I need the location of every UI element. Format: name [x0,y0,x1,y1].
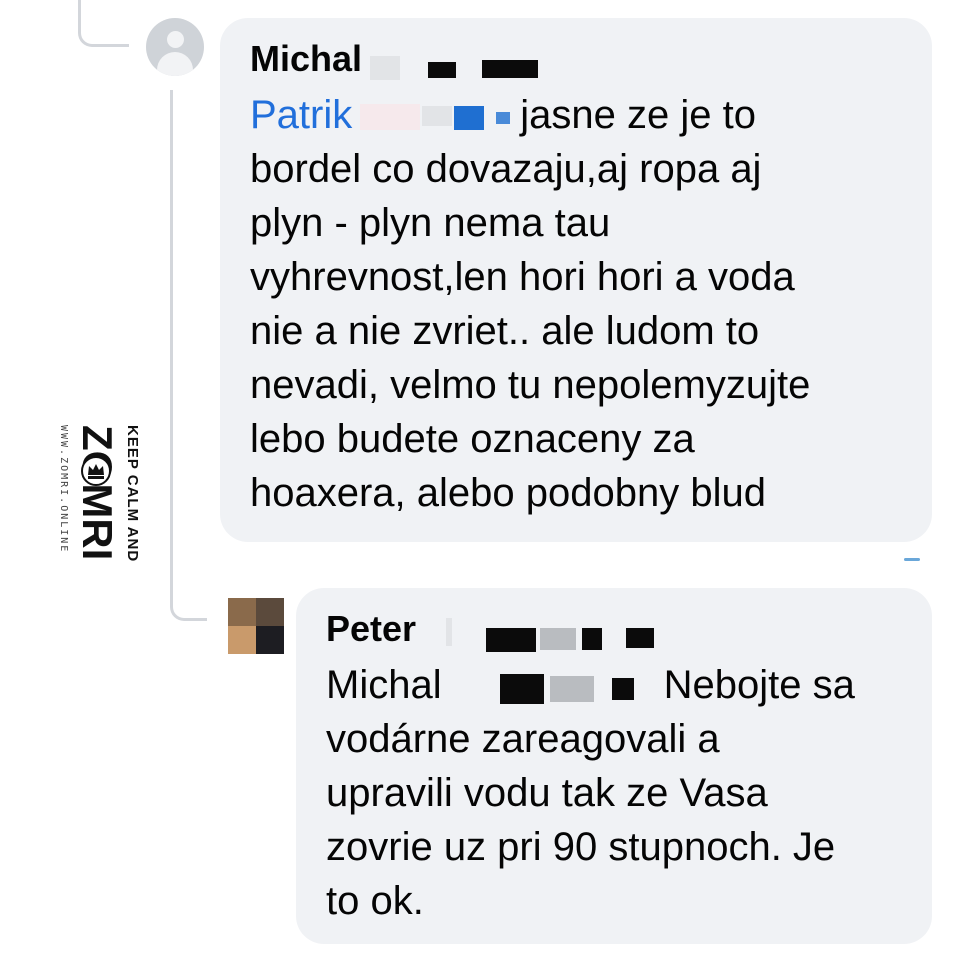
redacted-name [454,106,485,131]
mention-link[interactable]: Patrik [250,93,352,137]
avatar-pixel [256,626,284,654]
comment-body: Michal Nebojte sa vodárne zareagovali a … [326,658,926,928]
avatar-shoulders [157,52,193,76]
thread-connector-top [78,0,129,47]
redacted-name [496,112,511,125]
avatar-head [167,31,184,48]
avatar-pixel [256,598,284,626]
avatar-pixel [228,626,256,654]
comment-line: vyhrevnost,len hori hori a voda [250,255,795,299]
watermark-logo: WWW.ZOMRI.ONLINE ZOMRI KEEP CALM AND [52,425,144,587]
comment-line: to ok. [326,879,424,923]
redacted-name [611,678,634,701]
crown-icon [81,456,111,486]
redacted-name [422,106,453,127]
comment-bubble-michal: Michal Patrik jasne ze je to bordel co d… [220,18,932,542]
comment-line: nevadi, velmo tu nepolemyzujte [250,363,811,407]
comment-line: Michal Nebojte sa [326,658,926,712]
redacted-name [360,104,421,131]
comment-line: upravili vodu tak ze Vasa [326,771,768,815]
thread-connector-reply [170,90,207,621]
comment-line: Patrik jasne ze je to [250,88,910,142]
watermark-url: WWW.ZOMRI.ONLINE [58,425,69,554]
watermark-tagline: KEEP CALM AND [124,425,141,563]
pixelated-profile-photo[interactable] [228,598,284,654]
redacted-name [582,628,602,650]
comment-line: plyn - plyn nema tau [250,201,611,245]
redacted-name [486,628,536,652]
redacted-name [499,674,544,705]
comment-body: Patrik jasne ze je to bordel co dovazaju… [250,88,910,520]
watermark-brand: ZOMRI [74,425,121,561]
redacted-name [549,676,594,703]
redacted-name [540,628,576,650]
redacted-name [428,62,456,78]
comment-line-text: Nebojte sa [663,663,855,707]
redacted-name [626,628,654,648]
comment-line-text: jasne ze je to [520,93,756,137]
redacted-name [482,60,538,78]
avatar-pixel [228,598,256,626]
mention-link[interactable]: Michal [326,663,442,707]
redacted-name [446,618,452,646]
comment-bubble-peter: Peter Michal Nebojte sa vodárne zareagov… [296,588,932,944]
default-profile-avatar-icon[interactable] [146,18,204,76]
redacted-name [370,56,400,80]
comment-line: bordel co dovazaju,aj ropa aj [250,147,762,191]
comment-line: lebo budete oznaceny za [250,417,695,461]
comment-line: hoaxera, alebo podobny blud [250,471,766,515]
reaction-indicator [904,558,920,561]
comment-line: zovrie uz pri 90 stupnoch. Je [326,825,836,869]
comment-line: nie a nie zvriet.. ale ludom to [250,309,760,353]
comment-author-name[interactable]: Michal [250,38,362,80]
comment-author-name[interactable]: Peter [326,608,416,650]
comment-line: vodárne zareagovali a [326,717,720,761]
